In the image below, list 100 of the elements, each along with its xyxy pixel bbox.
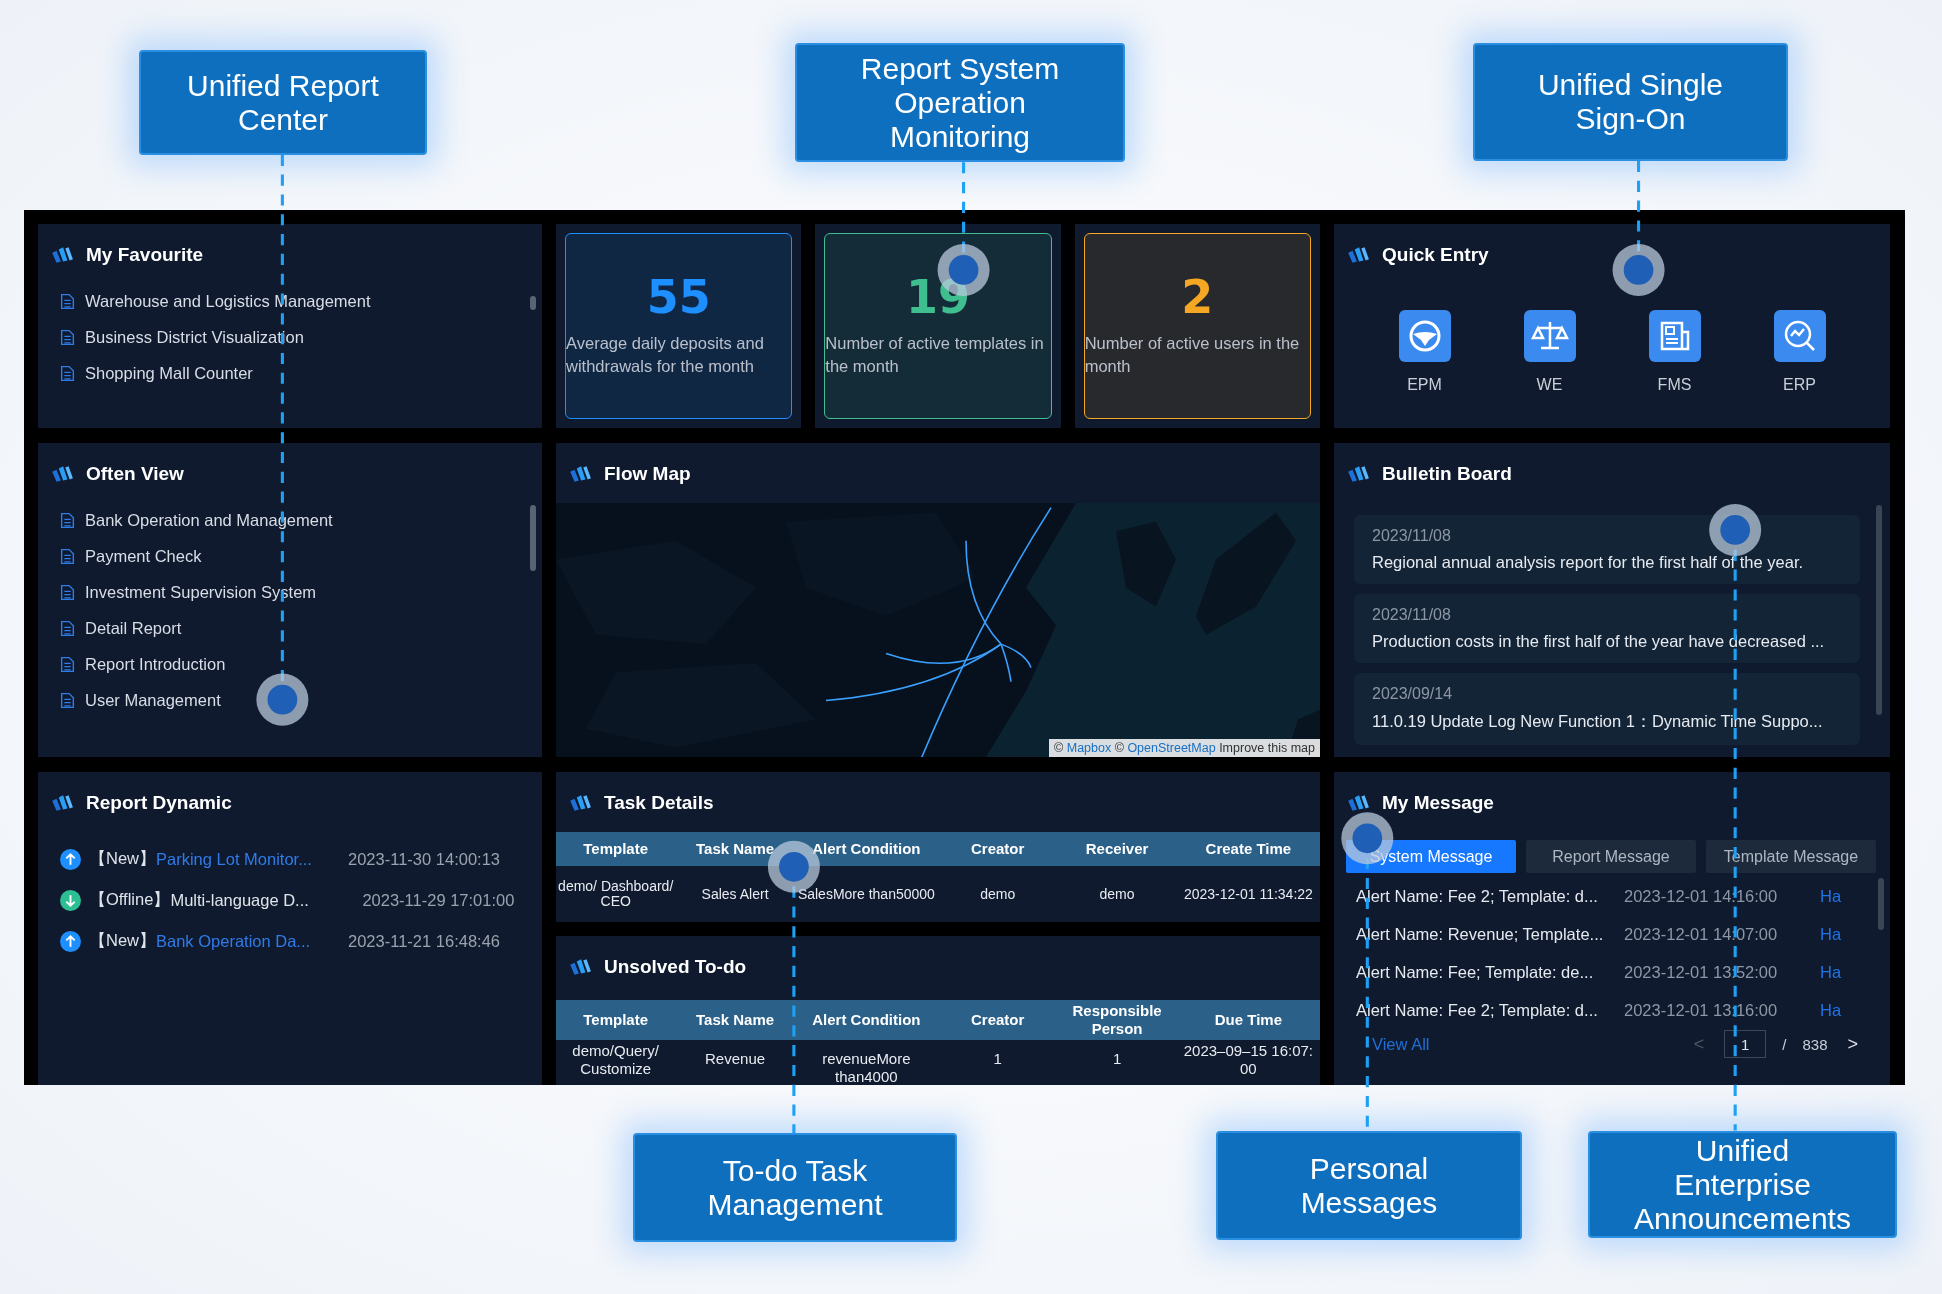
report-title[interactable]: Bank Operation Da... (156, 931, 338, 951)
column-header: Due Time (1213, 1011, 1283, 1029)
timestamp: 2023-11-21 16:48:46 (348, 931, 500, 951)
panel-title: Flow Map (604, 463, 691, 485)
report-link[interactable]: Report Introduction (85, 655, 226, 674)
view-all-link[interactable]: View All (1372, 1034, 1430, 1054)
bulletin-date: 2023/11/08 (1372, 606, 1452, 624)
steering-wheel-icon[interactable] (1398, 310, 1451, 362)
app-label[interactable]: WE (1536, 376, 1563, 394)
report-link[interactable]: Bank Operation and Management (85, 511, 333, 530)
next-page-button[interactable]: > (1843, 1033, 1862, 1055)
panel-title: Often View (86, 463, 184, 485)
column-header: Creator (970, 1011, 1026, 1029)
document-icon (60, 365, 75, 382)
handle-link[interactable]: Ha (1820, 963, 1842, 982)
bulletin-item[interactable]: 2023/11/08 Production costs in the first half of the year have decreased ... (1354, 594, 1860, 663)
column-header: Template (582, 840, 650, 858)
page-input[interactable]: 1 (1724, 1030, 1767, 1058)
scrollbar[interactable] (530, 505, 536, 571)
message-tab[interactable]: Report Message (1526, 840, 1696, 873)
callout-label: Report System Operation Monitoring (795, 43, 1125, 162)
report-title[interactable]: Multi-language D... (170, 890, 353, 910)
document-icon (60, 692, 75, 709)
table-cell-text: 2023-12-01 11:34:22 (1182, 886, 1314, 902)
stripes-icon (568, 958, 592, 976)
scales-icon[interactable] (1523, 310, 1576, 362)
message-text[interactable]: Alert Name: Fee 2; Template: d... (1356, 887, 1624, 906)
handle-link[interactable]: Ha (1820, 887, 1842, 906)
timestamp: 2023-11-29 17:01:00 (362, 890, 515, 910)
report-title[interactable]: Parking Lot Monitor... (156, 849, 338, 869)
bulletin-text: Production costs in the first half of the year have decreased ... (1372, 632, 1826, 651)
stat-value: 2 (1181, 274, 1214, 320)
table-cell-text: Revenue (704, 1050, 767, 1068)
stripes-icon (568, 794, 592, 812)
stat-value: 55 (646, 274, 711, 320)
bulletin-item[interactable]: 2023/11/08 Regional annual analysis report for the first half of the year. (1354, 515, 1860, 584)
report-link[interactable]: User Management (85, 691, 221, 710)
page-separator: / (1782, 1035, 1787, 1053)
message-text[interactable]: Alert Name: Fee; Template: de... (1356, 963, 1624, 982)
bulletin-item[interactable]: 2023/09/14 11.0.19 Update Log New Function 1：Dynamic Time Suppo... (1354, 673, 1860, 745)
newspaper-icon[interactable] (1648, 310, 1701, 362)
handle-link[interactable]: Ha (1820, 925, 1842, 944)
column-header: Responsible Person (1071, 1002, 1163, 1038)
table-cell-text: demo/ Dashboard/ CEO (557, 879, 675, 909)
callout-label: Unified Report Center (139, 50, 427, 155)
message-tab[interactable]: Template Message (1706, 840, 1876, 873)
mapbox-link[interactable]: Mapbox (1066, 741, 1112, 755)
report-link[interactable]: Detail Report (85, 619, 182, 638)
scrollbar[interactable] (530, 296, 536, 310)
column-header: Create Time (1204, 840, 1293, 858)
improve-map-link[interactable]: Improve this map (1219, 741, 1315, 755)
panel-title: Bulletin Board (1382, 463, 1512, 485)
column-header: Template (582, 1011, 650, 1029)
stripes-icon (50, 794, 74, 812)
document-icon (60, 584, 75, 601)
column-header: Task Name (695, 1011, 776, 1029)
document-icon (60, 548, 75, 565)
callout-label: To-do Task Management (633, 1133, 957, 1242)
page-total: 838 (1802, 1035, 1828, 1053)
panel-title: My Message (1382, 792, 1494, 814)
app-label[interactable]: FMS (1657, 376, 1692, 394)
openstreetmap-link[interactable]: OpenStreetMap (1127, 741, 1216, 755)
app-label[interactable]: ERP (1783, 376, 1816, 394)
app-label[interactable]: EPM (1407, 376, 1442, 394)
bulletin-date: 2023/11/08 (1372, 527, 1452, 545)
callout-label: Unified Enterprise Announcements (1588, 1131, 1897, 1238)
bulletin-date: 2023/09/14 (1372, 685, 1454, 703)
report-link[interactable]: Shopping Mall Counter (85, 364, 253, 383)
table-cell-text: 1 (1111, 1050, 1123, 1068)
timestamp: 2023-11-30 14:00:13 (348, 849, 500, 869)
scrollbar[interactable] (1876, 505, 1882, 715)
stripes-icon (568, 465, 592, 483)
column-header: Receiver (1084, 840, 1150, 858)
status-tag: 【New】 (89, 930, 156, 952)
column-header: Alert Condition (811, 1011, 922, 1029)
table-cell-text: demo (979, 886, 1017, 902)
message-text[interactable]: Alert Name: Revenue; Template... (1356, 925, 1624, 944)
stat-caption: Number of active templates in the month (825, 333, 1045, 377)
document-icon (60, 329, 75, 346)
message-text[interactable]: Alert Name: Fee 2; Template: d... (1356, 1001, 1624, 1020)
stripes-icon (1346, 465, 1370, 483)
panel-title: Quick Entry (1382, 244, 1489, 266)
table-cell-text: SalesMore than50000 (796, 886, 936, 902)
callout-label: Personal Messages (1216, 1131, 1522, 1240)
document-icon (60, 293, 75, 310)
document-icon (60, 620, 75, 637)
scrollbar[interactable] (1878, 878, 1884, 930)
timestamp: 2023-12-01 14:16:00 (1624, 887, 1779, 906)
panel-title: Report Dynamic (86, 792, 232, 814)
callout-label: Unified Single Sign-On (1473, 43, 1788, 161)
report-link[interactable]: Investment Supervision System (85, 583, 317, 602)
table-cell-text: demo/Query/ Customize (571, 1042, 661, 1078)
report-link[interactable]: Payment Check (85, 547, 202, 566)
handle-link[interactable]: Ha (1820, 1001, 1842, 1020)
document-icon (60, 656, 75, 673)
column-header: Task Name (695, 840, 776, 858)
panel-title: Unsolved To-do (604, 956, 747, 978)
report-link[interactable]: Warehouse and Logistics Management (85, 292, 371, 311)
stripes-icon (50, 465, 74, 483)
search-chart-icon[interactable] (1773, 310, 1826, 362)
